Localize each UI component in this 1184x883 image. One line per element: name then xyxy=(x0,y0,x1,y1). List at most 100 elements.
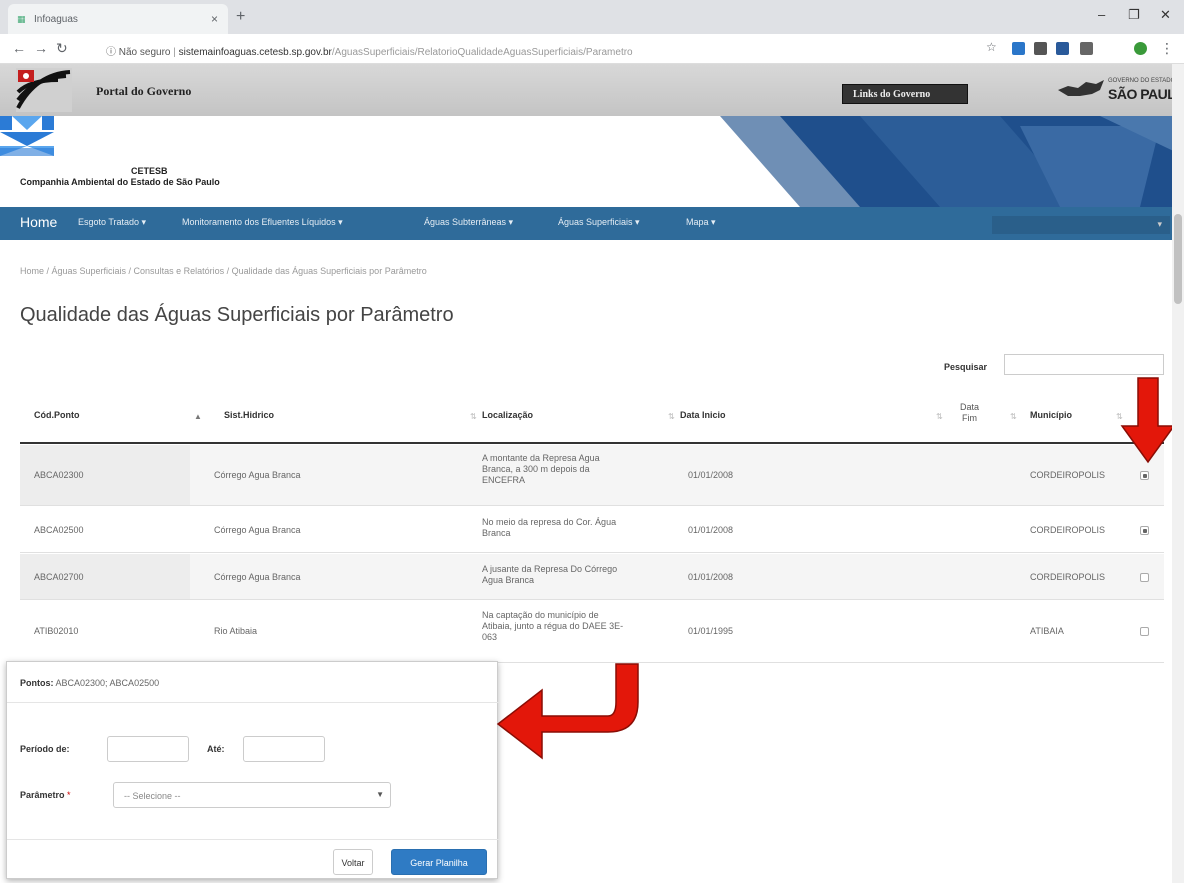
annotation-curved-arrow-icon xyxy=(496,663,639,760)
table-row[interactable]: ABCA02700 Córrego Agua Branca A jusante … xyxy=(20,554,1164,600)
links-gov-button[interactable]: Links do Governo xyxy=(842,84,968,104)
sort-icon[interactable]: ⇅ xyxy=(936,412,943,421)
portal-title[interactable]: Portal do Governo xyxy=(96,84,191,99)
col-data-inicio[interactable]: Data Inicio xyxy=(680,410,726,420)
divider xyxy=(7,702,499,703)
row-checkbox[interactable] xyxy=(1140,627,1149,636)
cell-data-inicio: 01/01/1995 xyxy=(688,626,734,636)
sp-map-icon xyxy=(1058,80,1104,96)
cell-loc-line: A montante da Represa Agua xyxy=(482,453,600,463)
col-data-fim[interactable]: Data Fim xyxy=(960,402,979,424)
minimize-icon[interactable]: – xyxy=(1098,7,1105,22)
reload-icon[interactable]: ↻ xyxy=(56,40,68,57)
page-title: Qualidade das Águas Superficiais por Par… xyxy=(20,304,454,326)
sort-asc-icon[interactable]: ▲ xyxy=(194,412,202,421)
links-gov-label: Links do Governo xyxy=(853,89,931,100)
cell-cod: ABCA02700 xyxy=(34,572,84,582)
gov-sp-logo[interactable]: GOVERNO DO ESTADO SÃO PAULO xyxy=(1056,76,1184,105)
tab-title: Infoaguas xyxy=(34,14,78,25)
banner-decoration xyxy=(720,116,1184,207)
points-label: Pontos: xyxy=(20,678,54,688)
breadcrumb[interactable]: Home / Águas Superficiais / Consultas e … xyxy=(20,266,427,276)
points-value: ABCA02300; ABCA02500 xyxy=(55,678,160,688)
nav-home[interactable]: Home xyxy=(20,214,57,230)
extension-icon[interactable] xyxy=(1056,42,1069,55)
col-municipio[interactable]: Município xyxy=(1030,410,1072,420)
new-tab-button[interactable]: + xyxy=(236,8,245,26)
period-from-input[interactable] xyxy=(107,736,189,762)
cell-municipio: CORDEIROPOLIS xyxy=(1030,470,1106,480)
col-sist-hidrico[interactable]: Sist.Hidrico xyxy=(224,410,274,420)
chevron-down-icon: ▾ xyxy=(1157,219,1162,229)
row-checkbox[interactable] xyxy=(1140,573,1149,582)
back-button[interactable]: Voltar xyxy=(333,849,373,875)
cell-loc: A montante da Represa Agua Branca, a 300 … xyxy=(482,453,600,486)
extension-icon[interactable] xyxy=(1034,42,1047,55)
url-host: sistemainfoaguas.cetesb.sp.gov.br xyxy=(178,47,332,58)
back-arrow-icon[interactable]: ← xyxy=(12,40,26,56)
cell-loc-line: ENCEFRA xyxy=(482,475,526,485)
tab-close-icon[interactable]: × xyxy=(211,12,218,26)
cell-cod: ABCA02300 xyxy=(34,470,84,480)
scrollbar-thumb[interactable] xyxy=(1174,214,1182,304)
cell-data-inicio: 01/01/2008 xyxy=(688,470,734,480)
table-row[interactable]: ATIB02010 Rio Atibaia Na captação do mun… xyxy=(20,601,1164,663)
period-to-input[interactable] xyxy=(243,736,325,762)
star-icon[interactable]: ☆ xyxy=(986,40,997,54)
favicon-icon: ▦ xyxy=(17,14,26,24)
selected-points: Pontos: ABCA02300; ABCA02500 xyxy=(20,678,159,688)
cell-municipio: ATIBAIA xyxy=(1030,626,1064,636)
menu-kebab-icon[interactable]: ⋮ xyxy=(1160,40,1174,57)
required-marker: * xyxy=(67,790,71,800)
window-close-icon[interactable]: ✕ xyxy=(1160,7,1171,23)
generate-spreadsheet-button[interactable]: Gerar Planilha xyxy=(391,849,487,875)
annotation-arrow-down-icon xyxy=(1120,377,1176,464)
cell-loc: A jusante da Represa Do Córrego Agua Bran… xyxy=(482,564,617,586)
cetesb-full-name: Companhia Ambiental do Estado de São Pau… xyxy=(20,177,220,187)
cell-loc-line: 063 xyxy=(482,632,498,642)
profile-avatar[interactable] xyxy=(1134,42,1147,55)
nav-item-aguas-superficiais[interactable]: Águas Superficiais ▾ xyxy=(558,217,640,228)
row-checkbox[interactable] xyxy=(1140,471,1149,480)
nav-search-field[interactable]: ▾ xyxy=(992,216,1170,234)
period-to-label: Até: xyxy=(207,744,225,754)
page-scrollbar[interactable] xyxy=(1172,64,1184,883)
forward-arrow-icon[interactable]: → xyxy=(34,40,48,56)
url-path: /AguasSuperficiais/RelatorioQualidadeAgu… xyxy=(331,47,633,58)
search-label: Pesquisar xyxy=(944,362,988,372)
screen: ▦ Infoaguas × + – ❐ ✕ ← → ↻ ⓘ Não seguro… xyxy=(0,0,1184,883)
address-bar[interactable]: ⓘ Não seguro | sistemainfoaguas.cetesb.s… xyxy=(100,38,980,60)
nav-item-monitoramento[interactable]: Monitoramento dos Efluentes Líquidos ▾ xyxy=(182,217,343,228)
period-from-label: Período de: xyxy=(20,744,70,754)
cell-sist: Córrego Agua Branca xyxy=(214,470,301,480)
maximize-icon[interactable]: ❐ xyxy=(1128,7,1140,23)
cell-loc-line: Branca xyxy=(482,528,511,538)
parameter-label: Parâmetro * xyxy=(20,790,71,800)
row-checkbox[interactable] xyxy=(1140,526,1149,535)
browser-tab[interactable]: ▦ Infoaguas × xyxy=(8,4,228,34)
cell-cod: ABCA02500 xyxy=(34,525,84,535)
search-input[interactable] xyxy=(1004,354,1164,375)
extension-icon[interactable] xyxy=(1080,42,1093,55)
security-indicator[interactable]: ⓘ Não seguro xyxy=(106,47,170,58)
sort-icon[interactable]: ⇅ xyxy=(1010,412,1017,421)
extension-icon[interactable] xyxy=(1012,42,1025,55)
table-header: Cód.Ponto ▲ Sist.Hidrico ⇅ Localização ⇅… xyxy=(20,394,1164,444)
sp-flag-logo xyxy=(16,68,72,112)
parameter-select[interactable]: -- Selecione -- ▼ xyxy=(113,782,391,808)
col-localizacao[interactable]: Localização xyxy=(482,410,533,420)
nav-item-aguas-subterraneas[interactable]: Águas Subterrâneas ▾ xyxy=(424,217,513,228)
nav-item-mapa[interactable]: Mapa ▾ xyxy=(686,217,716,228)
cell-data-inicio: 01/01/2008 xyxy=(688,572,734,582)
sort-icon[interactable]: ⇅ xyxy=(470,412,477,421)
cell-loc-line: Agua Branca xyxy=(482,575,535,585)
cell-loc: No meio da represa do Cor. Água Branca xyxy=(482,517,616,539)
col-cod-ponto[interactable]: Cód.Ponto xyxy=(34,410,80,420)
table-row[interactable]: ABCA02300 Córrego Agua Branca A montante… xyxy=(20,445,1164,506)
parameter-select-value: -- Selecione -- xyxy=(124,791,181,801)
sort-icon[interactable]: ⇅ xyxy=(668,412,675,421)
nav-item-esgoto[interactable]: Esgoto Tratado ▾ xyxy=(78,217,146,228)
parameter-label-text: Parâmetro xyxy=(20,790,65,800)
cell-loc-line: Branca, a 300 m depois da xyxy=(482,464,590,474)
table-row[interactable]: ABCA02500 Córrego Agua Branca No meio da… xyxy=(20,507,1164,553)
